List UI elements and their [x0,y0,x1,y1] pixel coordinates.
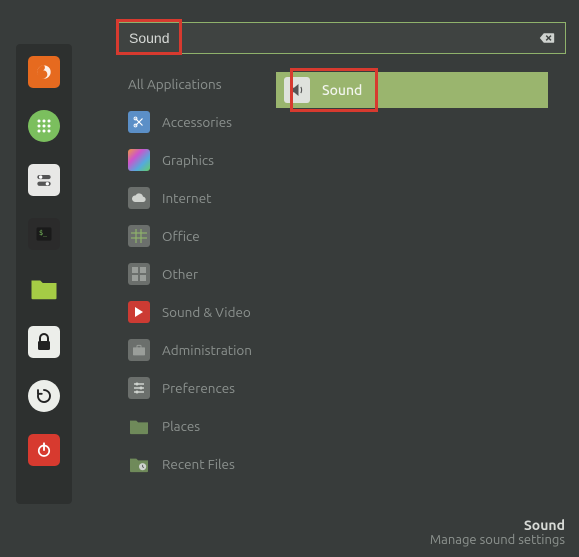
categories-header-label: All Applications [128,76,222,92]
category-internet[interactable]: Internet [128,186,276,210]
category-label: Other [162,266,198,282]
categories-header[interactable]: All Applications [128,72,276,96]
power-icon [35,441,53,459]
launcher-panel: $_ [16,44,72,504]
launcher-power[interactable] [28,434,60,466]
launcher-apps-grid[interactable] [28,110,60,142]
launcher-terminal[interactable]: $_ [28,218,60,250]
result-icon-box [284,77,310,103]
description-title: Sound [430,517,565,533]
restart-icon [35,387,53,405]
clear-icon[interactable] [539,32,555,44]
category-places[interactable]: Places [128,414,276,438]
launcher-firefox[interactable] [28,56,60,88]
search-input[interactable] [129,30,539,46]
folder-icon [29,275,59,301]
speaker-icon [288,81,306,99]
briefcase-icon [131,343,147,357]
launcher-lock[interactable] [28,326,60,358]
folder-icon [128,417,150,435]
sliders-icon [132,381,146,395]
lock-icon [36,333,52,351]
results-pane: Sound [276,72,566,476]
result-label: Sound [322,82,362,98]
category-label: Office [162,228,200,244]
grid-icon [36,118,52,134]
category-sound-video[interactable]: Sound & Video [128,300,276,324]
description-panel: Sound Manage sound settings [430,517,565,547]
launcher-restart[interactable] [28,380,60,412]
category-accessories[interactable]: Accessories [128,110,276,134]
category-label: Preferences [162,380,235,396]
play-icon [134,306,144,318]
search-field-wrap [118,22,566,54]
category-label: Graphics [162,152,214,168]
category-label: Administration [162,342,252,358]
category-other[interactable]: Other [128,262,276,286]
scissors-icon [132,115,146,129]
result-sound[interactable]: Sound [276,72,548,108]
category-preferences[interactable]: Preferences [128,376,276,400]
category-label: Internet [162,190,211,206]
category-office[interactable]: Office [128,224,276,248]
category-label: Recent Files [162,456,235,472]
description-subtitle: Manage sound settings [430,533,565,547]
categories-list: All Applications Accessories Graphics In… [118,72,276,476]
spreadsheet-icon [131,229,147,243]
category-graphics[interactable]: Graphics [128,148,276,172]
category-recent-files[interactable]: Recent Files [128,452,276,476]
launcher-settings-toggle[interactable] [28,164,60,196]
launcher-files[interactable] [28,272,60,304]
toggle-icon [34,170,54,190]
category-label: Sound & Video [162,304,251,320]
terminal-icon: $_ [34,224,54,244]
category-label: Accessories [162,114,232,130]
firefox-icon [34,62,54,82]
category-label: Places [162,418,200,434]
category-administration[interactable]: Administration [128,338,276,362]
cloud-icon [131,192,147,204]
folder-clock-icon [128,455,150,473]
grid4-icon [132,267,146,281]
svg-text:$_: $_ [39,229,47,237]
